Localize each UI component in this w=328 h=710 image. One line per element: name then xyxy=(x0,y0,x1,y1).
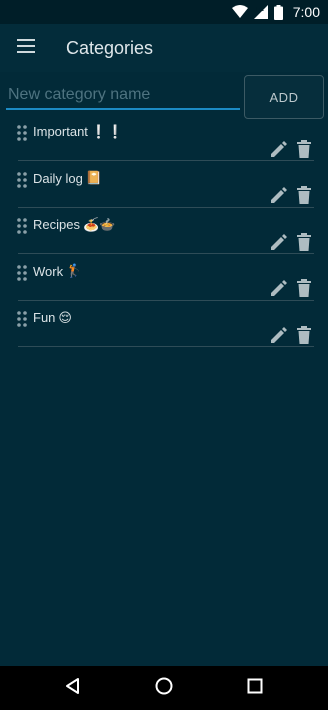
delete-button[interactable] xyxy=(293,279,315,302)
drag-handle-icon[interactable] xyxy=(16,310,28,328)
status-time: 7:00 xyxy=(292,4,320,20)
divider xyxy=(18,160,314,161)
divider xyxy=(18,346,314,347)
delete-button[interactable] xyxy=(293,325,315,348)
category-emoji: 🏌 xyxy=(66,263,83,278)
category-name: Recipes xyxy=(33,217,80,232)
category-emoji: 🍝🍲 xyxy=(82,216,116,232)
status-bar: LTE 7:00 xyxy=(0,0,328,24)
back-button[interactable] xyxy=(61,676,85,700)
category-name: Work xyxy=(33,263,64,279)
page-title: Categories xyxy=(66,37,154,58)
delete-button[interactable] xyxy=(293,186,315,209)
drag-handle-icon[interactable] xyxy=(16,171,28,189)
delete-button[interactable] xyxy=(293,139,315,162)
recents-button[interactable] xyxy=(243,676,267,700)
category-emoji: ❕❕ xyxy=(90,123,124,139)
edit-button[interactable] xyxy=(268,233,290,255)
category-emoji: 📔 xyxy=(85,170,103,185)
edit-button[interactable] xyxy=(268,187,290,209)
category-name: Fun xyxy=(33,310,56,325)
category-name: Daily log xyxy=(33,170,83,186)
category-label: Recipes 🍝🍲 xyxy=(33,217,115,232)
category-label: Important ❕❕ xyxy=(33,124,123,139)
category-label: Fun 😌 xyxy=(33,310,72,325)
category-list: Important ❕❕ Daily log 📔 Recipes 🍝🍲 Work… xyxy=(0,118,328,351)
battery-icon xyxy=(273,4,283,20)
list-item: Recipes 🍝🍲 xyxy=(0,211,328,258)
app-bar: Categories xyxy=(0,24,328,72)
app-screen: LTE 7:00 Categories ADD xyxy=(0,0,328,710)
category-label: Daily log 📔 xyxy=(33,171,102,186)
list-item: Important ❕❕ xyxy=(0,118,328,165)
edit-button[interactable] xyxy=(268,326,290,348)
menu-icon xyxy=(17,38,35,58)
category-label: Work 🏌 xyxy=(33,264,82,279)
list-item: Daily log 📔 xyxy=(0,165,328,212)
drag-handle-icon[interactable] xyxy=(16,217,28,235)
add-button[interactable]: ADD xyxy=(244,75,324,119)
drag-handle-icon[interactable] xyxy=(16,124,28,142)
delete-button[interactable] xyxy=(293,232,315,255)
divider xyxy=(18,253,314,254)
category-emoji: 😌 xyxy=(58,309,72,325)
edit-button[interactable] xyxy=(268,140,290,162)
category-name: Important xyxy=(33,124,88,139)
back-triangle-icon xyxy=(64,677,82,700)
divider xyxy=(18,206,314,208)
add-category-row: ADD xyxy=(0,72,328,122)
navigation-bar xyxy=(0,666,328,710)
list-item: Fun 😌 xyxy=(0,304,328,351)
lte-signal-icon: LTE xyxy=(253,5,268,19)
recents-square-icon xyxy=(247,678,263,699)
home-circle-icon xyxy=(155,677,173,700)
home-button[interactable] xyxy=(152,676,176,700)
edit-button[interactable] xyxy=(268,280,290,302)
list-item: Work 🏌 xyxy=(0,258,328,305)
menu-button[interactable] xyxy=(0,24,52,72)
wifi-icon xyxy=(231,5,248,19)
svg-text:LTE: LTE xyxy=(256,7,264,13)
category-name-input[interactable] xyxy=(6,82,240,110)
drag-handle-icon[interactable] xyxy=(16,264,28,282)
divider xyxy=(18,299,314,301)
